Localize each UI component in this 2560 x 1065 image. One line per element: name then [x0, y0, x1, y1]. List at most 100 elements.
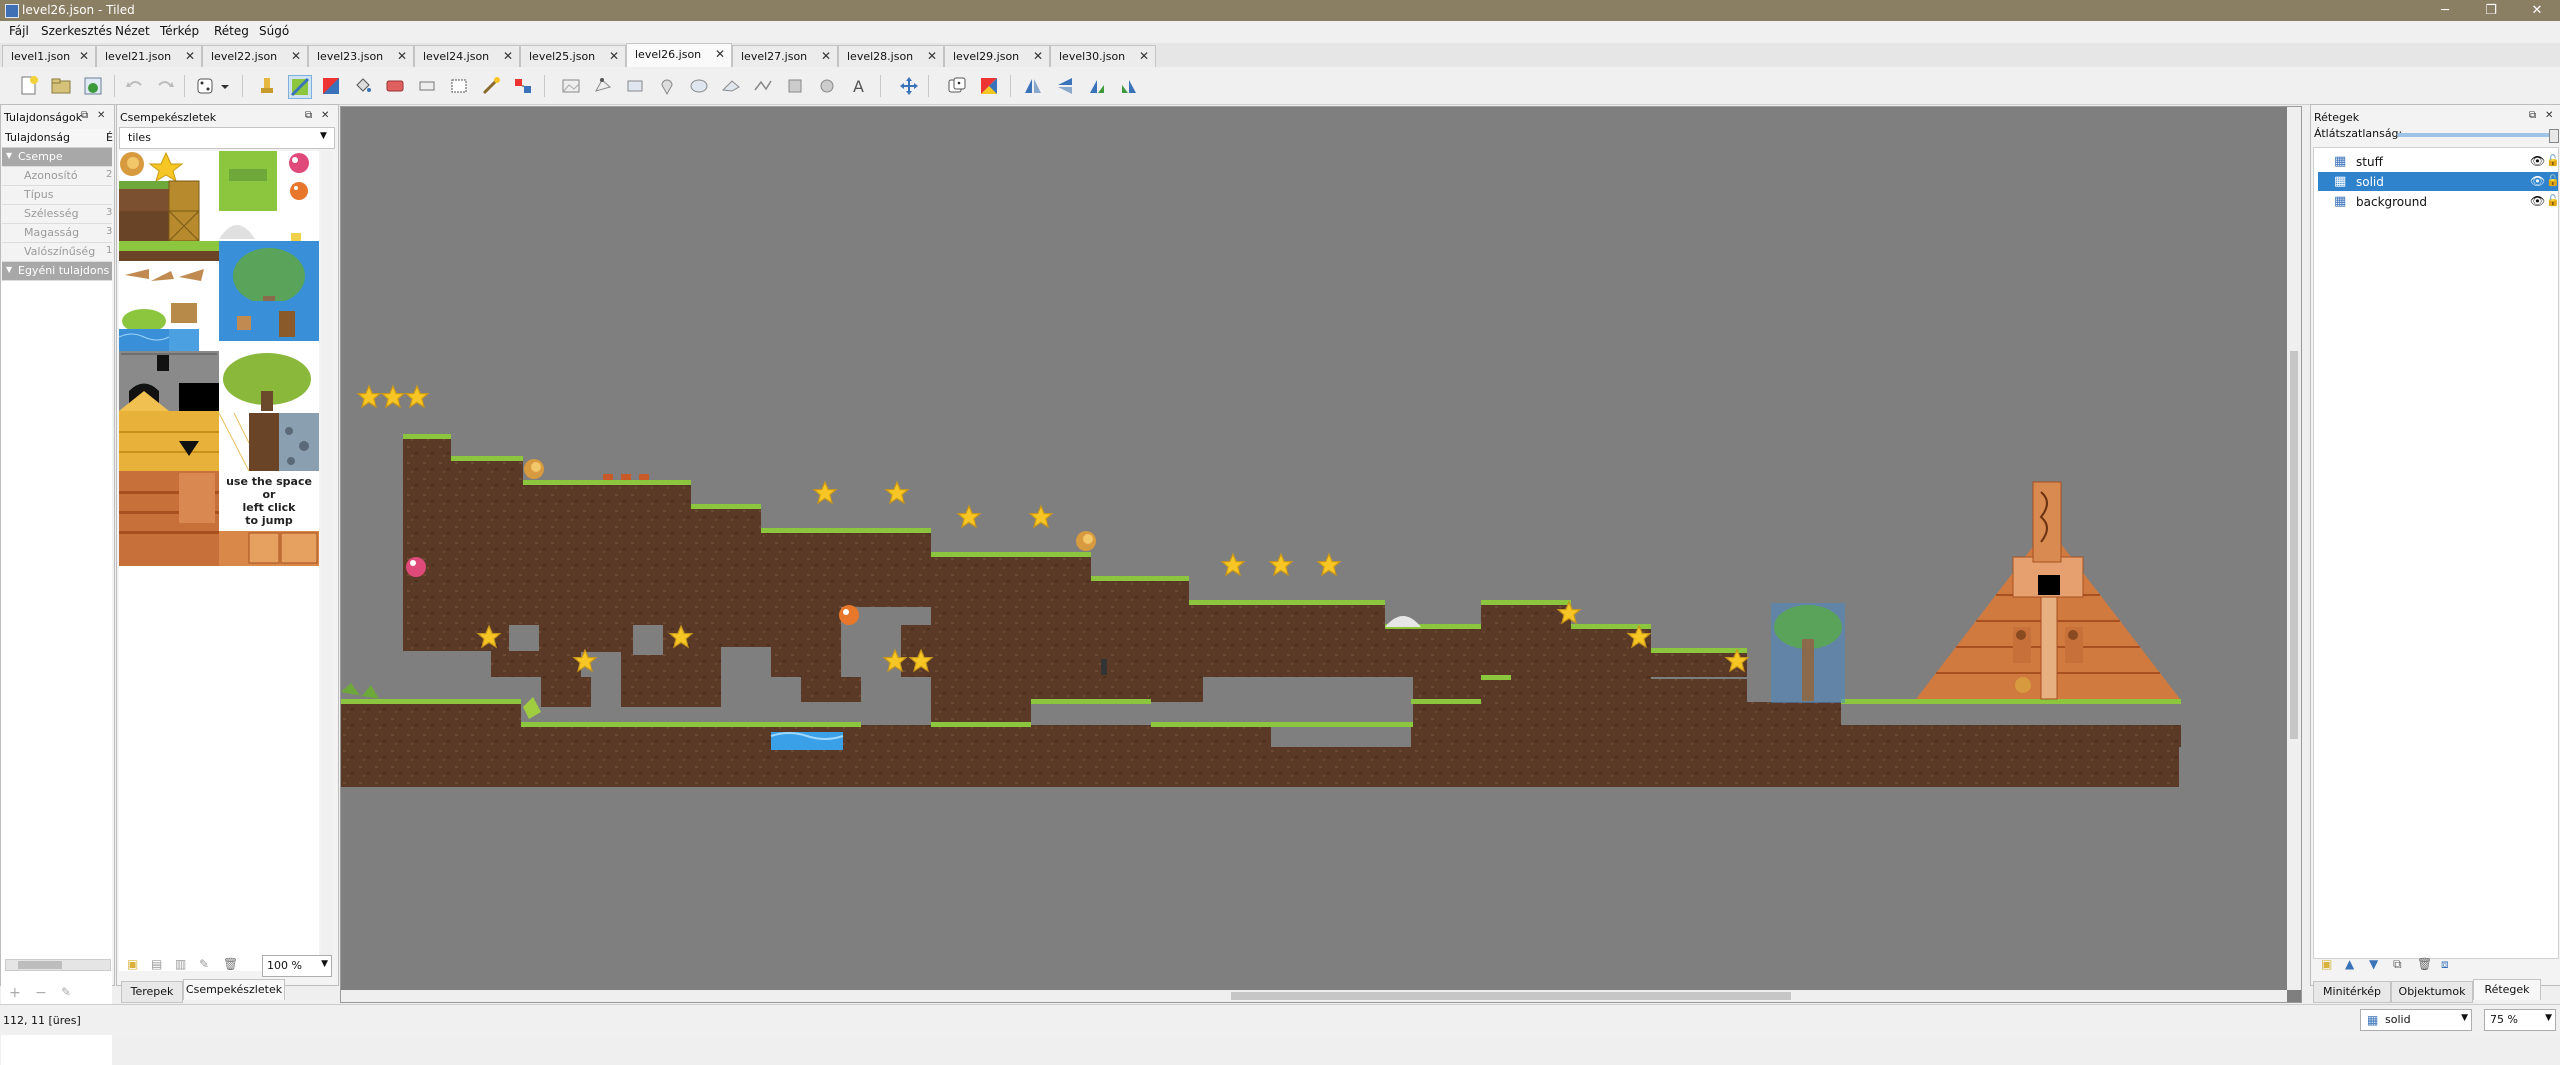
eye-icon[interactable]: 👁 [2530, 174, 2545, 188]
eye-icon[interactable]: 👁 [2530, 154, 2545, 168]
insert-point-icon[interactable] [656, 75, 678, 97]
close-tab-icon[interactable]: ✕ [821, 49, 831, 63]
close-panel-icon[interactable]: ✕ [321, 111, 331, 121]
tab-level24[interactable]: level24.json ✕ [414, 45, 520, 67]
close-panel-icon[interactable]: ✕ [97, 111, 107, 121]
random-mode-icon[interactable] [196, 75, 232, 97]
property-group-custom[interactable]: Egyéni tulajdons ▼ [2, 262, 112, 281]
insert-ellipse-icon[interactable] [688, 75, 710, 97]
zoom-select[interactable]: 75 % ▼ [2484, 1009, 2556, 1031]
undo-icon[interactable] [124, 75, 146, 97]
insert-image-icon[interactable] [560, 75, 582, 97]
export-tileset-icon[interactable]: ▥ [175, 957, 193, 975]
insert-polyline-icon[interactable] [752, 75, 774, 97]
property-row[interactable]: Típus [2, 186, 112, 205]
remove-property-icon[interactable]: − [35, 985, 47, 1001]
tab-level22[interactable]: level22.json ✕ [202, 45, 308, 67]
tab-level21[interactable]: level21.json ✕ [96, 45, 202, 67]
close-tab-icon[interactable]: ✕ [291, 49, 301, 63]
delete-layer-icon[interactable]: 🗑 [2417, 957, 2435, 975]
tab-level27[interactable]: level27.json ✕ [732, 45, 838, 67]
terrain-brush-icon[interactable] [288, 75, 312, 99]
menu-edit[interactable]: Szerkesztés [41, 24, 112, 38]
edit-tileset-icon[interactable]: ✎ [199, 957, 217, 975]
maximize-button[interactable]: ❐ [2468, 2, 2514, 19]
open-file-icon[interactable] [50, 75, 72, 97]
bucket-fill-icon[interactable] [352, 75, 374, 97]
chevron-down-icon[interactable]: ▼ [320, 131, 327, 141]
close-tab-icon[interactable]: ✕ [503, 49, 513, 63]
close-tab-icon[interactable]: ✕ [927, 49, 937, 63]
menu-help[interactable]: Súgó [259, 24, 289, 38]
insert-text-icon[interactable]: A [848, 75, 870, 97]
insert-polygon-icon[interactable] [720, 75, 742, 97]
insert-rectangle-icon[interactable] [624, 75, 646, 97]
tileset-image[interactable]: use the space or left click to jump [119, 151, 319, 721]
edit-polygons-icon[interactable] [592, 75, 614, 97]
shape-fill-icon[interactable] [384, 75, 406, 97]
close-window-button[interactable]: ✕ [2514, 2, 2560, 19]
insert-tile-icon[interactable] [784, 75, 806, 97]
menu-layer[interactable]: Réteg [214, 24, 249, 38]
float-panel-icon[interactable]: ⧉ [305, 111, 315, 121]
select-same-tile-icon[interactable] [512, 75, 534, 97]
rect-select-icon[interactable] [448, 75, 470, 97]
tab-layers[interactable]: Rétegek [2473, 979, 2541, 1000]
lock-icon[interactable]: 🔓 [2546, 174, 2560, 187]
eraser-icon[interactable] [416, 75, 438, 97]
level-map[interactable] [341, 107, 2301, 1002]
redo-icon[interactable] [154, 75, 176, 97]
tab-level26[interactable]: level26.json ✕ [626, 43, 732, 68]
tab-tilesets[interactable]: Csempekészletek [183, 979, 285, 1000]
tab-level25[interactable]: level25.json ✕ [520, 45, 626, 67]
close-panel-icon[interactable]: ✕ [2545, 111, 2555, 121]
close-tab-icon[interactable]: ✕ [397, 49, 407, 63]
property-row[interactable]: Valószínűség 1 [2, 243, 112, 262]
wang-brush-icon[interactable] [320, 75, 342, 97]
rotate-right-icon[interactable] [1118, 75, 1140, 97]
layer-item-solid[interactable]: ▦ solid 👁 🔓 [2318, 172, 2560, 191]
insert-template-icon[interactable] [816, 75, 838, 97]
float-panel-icon[interactable]: ⧉ [81, 111, 91, 121]
duplicate-layer-icon[interactable]: ⧉ [2393, 957, 2411, 975]
close-tab-icon[interactable]: ✕ [1139, 49, 1149, 63]
close-tab-icon[interactable]: ✕ [609, 49, 619, 63]
menu-map[interactable]: Térkép [160, 24, 199, 38]
rotate-left-icon[interactable] [1086, 75, 1108, 97]
new-tileset-icon[interactable]: ▣ [127, 957, 145, 975]
tab-terrains[interactable]: Terepek [121, 981, 183, 1003]
layer-item-background[interactable]: ▦ background 👁 🔓 [2318, 192, 2560, 211]
tileset-scrollbar[interactable] [321, 151, 333, 971]
new-file-icon[interactable] [18, 75, 40, 97]
eye-icon[interactable]: 👁 [2530, 194, 2545, 208]
wang-fill-icon[interactable] [978, 75, 1000, 97]
import-tileset-icon[interactable]: ▤ [151, 957, 169, 975]
property-row[interactable]: Azonosító 2 [2, 167, 112, 186]
map-canvas[interactable] [340, 106, 2302, 1003]
move-icon[interactable] [898, 75, 920, 97]
stamp-brush-icon[interactable] [256, 75, 278, 97]
flip-vertical-icon[interactable] [1054, 75, 1076, 97]
vertical-scrollbar[interactable] [2287, 107, 2301, 990]
tileset-zoom-select[interactable]: 100 % ▼ [262, 955, 332, 977]
menu-file[interactable]: Fájl [9, 24, 29, 38]
save-icon[interactable] [82, 75, 104, 97]
tab-level1[interactable]: level1.json ✕ [2, 45, 96, 67]
toggle-layers-icon[interactable]: ⧈ [2441, 957, 2459, 975]
tab-level28[interactable]: level28.json ✕ [838, 45, 944, 67]
opacity-slider[interactable] [2397, 129, 2559, 143]
new-layer-icon[interactable]: ▣ [2321, 957, 2339, 975]
lock-icon[interactable]: 🔓 [2546, 194, 2560, 207]
flip-horizontal-icon[interactable] [1022, 75, 1044, 97]
add-property-icon[interactable]: + [9, 985, 21, 1001]
lower-layer-icon[interactable]: ▼ [2369, 957, 2387, 975]
horizontal-map-scrollbar[interactable] [341, 990, 2287, 1002]
layer-item-stuff[interactable]: ▦ stuff 👁 🔓 [2318, 152, 2560, 171]
float-panel-icon[interactable]: ⧉ [2529, 111, 2539, 121]
tab-level23[interactable]: level23.json ✕ [308, 45, 414, 67]
magic-wand-icon[interactable] [480, 75, 502, 97]
tileset-view[interactable]: use the space or left click to jump [119, 151, 319, 721]
close-tab-icon[interactable]: ✕ [185, 49, 195, 63]
delete-tileset-icon[interactable]: 🗑 [223, 957, 241, 975]
tileset-tab[interactable]: tiles ▼ [119, 127, 335, 149]
